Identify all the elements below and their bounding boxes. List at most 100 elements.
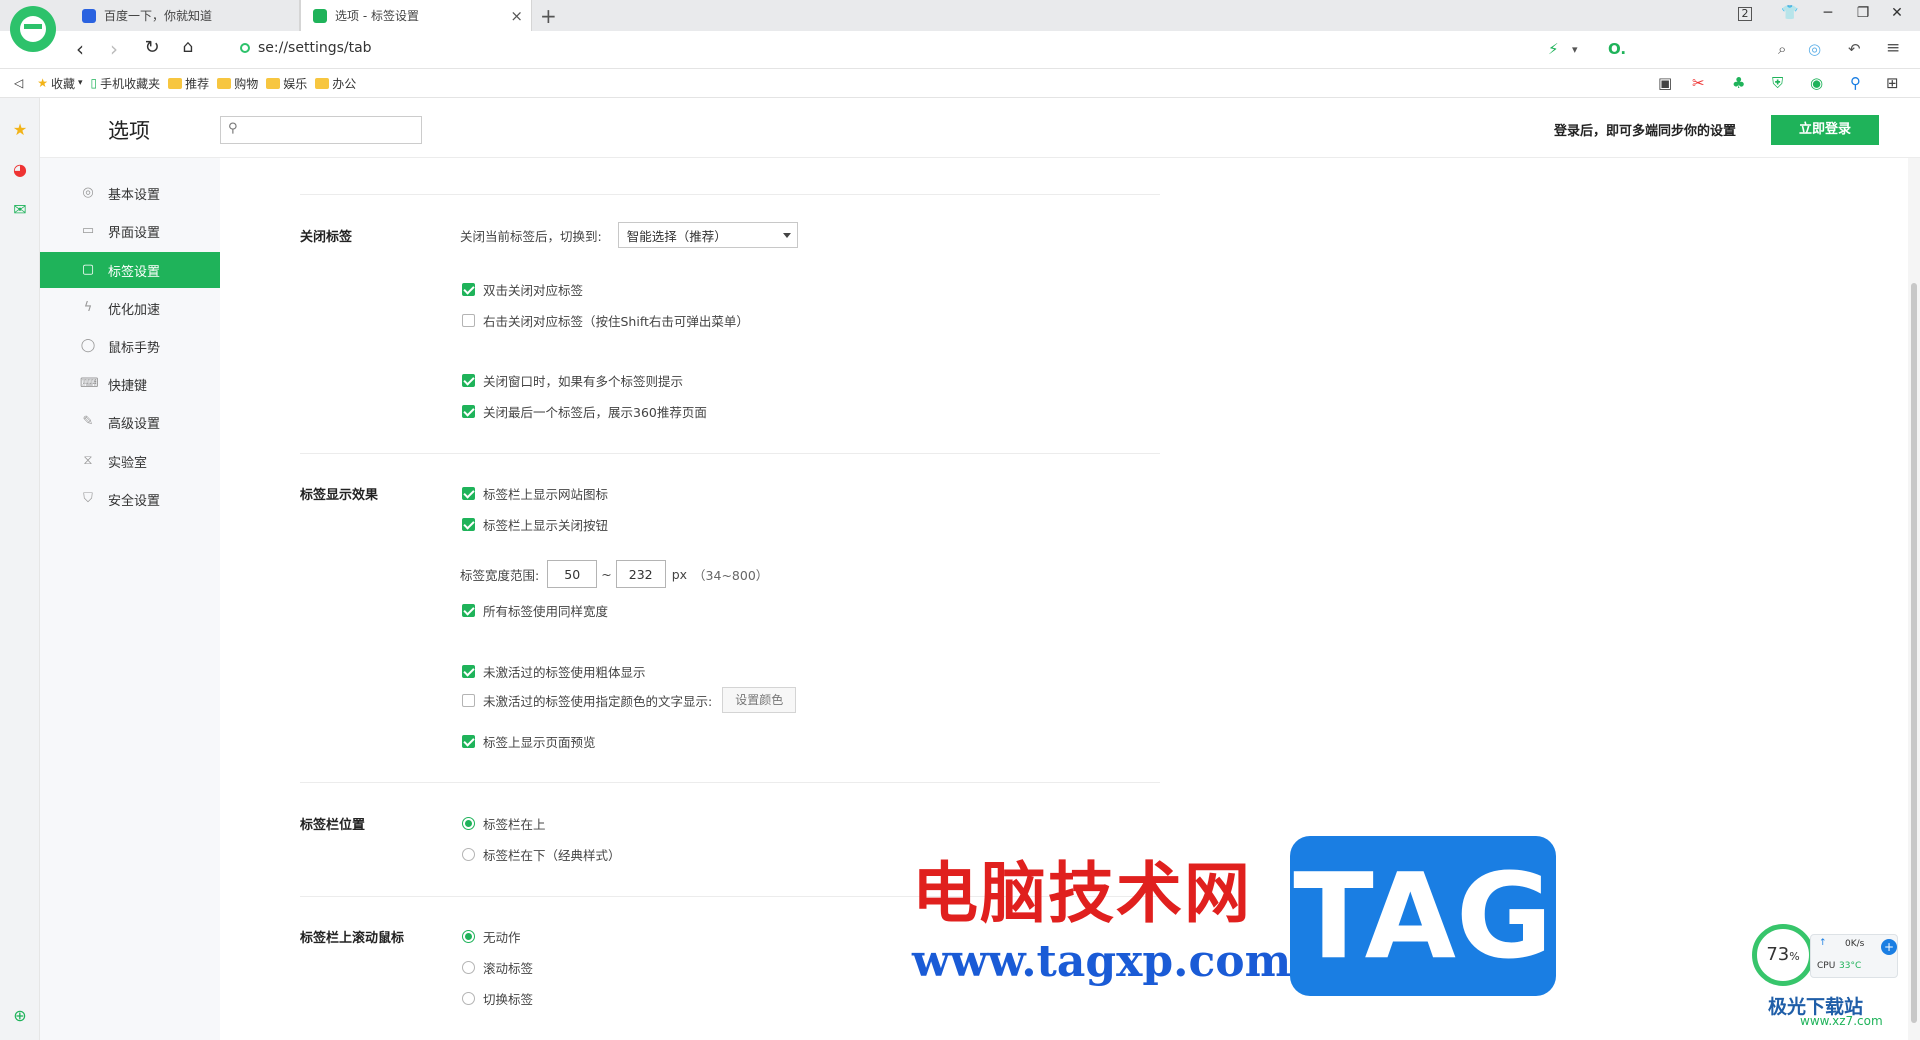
search-input[interactable] [247,120,417,140]
nav-item-advanced[interactable]: ✎ 高级设置 [40,404,220,440]
lightning-icon: ϟ [83,300,93,315]
window-icon: ▭ [81,223,95,238]
bookmark-mobile[interactable]: ▯ 手机收藏夹 [91,75,161,92]
cpu-widget[interactable]: 73% ↑ 0K/s CPU 33°C + [1750,920,1902,990]
weibo-icon[interactable]: ◕ [10,160,30,180]
bookmark-folder-entertainment[interactable]: 娱乐 [266,75,307,92]
checkbox[interactable] [462,693,475,707]
section-title-close-tab: 关闭标签 [300,230,353,245]
forward-icon[interactable]: › [102,37,126,61]
checkbox[interactable] [462,487,475,500]
home-icon[interactable]: ⌂ [176,37,200,57]
radio[interactable] [462,992,475,1005]
minimize-icon[interactable]: ─ [1818,5,1838,21]
nav-item-interface[interactable]: ▭ 界面设置 [40,213,220,249]
reader-icon[interactable]: ▣ [1658,74,1672,92]
restore-icon[interactable]: ❐ [1853,5,1873,21]
option-tabbar-top[interactable]: 标签栏在上 [462,814,546,833]
nav-item-lab[interactable]: ⧖ 实验室 [40,443,220,479]
upload-arrow-icon: ↑ [1819,938,1827,948]
option-color-inactive[interactable]: 未激活过的标签使用指定颜色的文字显示: 设置颜色 [462,687,797,713]
close-tab-icon[interactable]: × [510,7,523,25]
tab-strip: 百度一下，你就知道 选项 - 标签设置 × + 2 👕 ─ ❐ ✕ [0,0,1920,31]
option-show-close-button[interactable]: 标签栏上显示关闭按钮 [462,515,608,534]
phone-icon: ▯ [90,76,98,90]
back-icon[interactable]: ‹ [68,37,92,61]
switch-after-close-select[interactable]: 智能选择（推荐） [617,222,798,248]
checkbox[interactable] [462,314,475,327]
cpu-usage-ring: 73% [1752,924,1814,986]
option-scroll-tabs[interactable]: 滚动标签 [462,958,533,977]
radio[interactable] [462,961,475,974]
gamepad-icon[interactable]: ◉ [1810,74,1823,92]
option-same-width[interactable]: 所有标签使用同样宽度 [462,601,608,620]
option-switch-tabs[interactable]: 切换标签 [462,989,533,1008]
scissors-icon[interactable]: ✂ [1692,74,1705,92]
settings-nav: ◎ 基本设置 ▭ 界面设置 ▢ 标签设置 ϟ 优化加速 ◯ 鼠标手势 ⌨ 快捷键… [40,158,220,1040]
new-tab-button[interactable]: + [540,4,557,28]
add-sidebar-icon[interactable]: ⊕ [10,1006,30,1026]
browser-logo[interactable] [10,6,56,52]
nav-item-speed[interactable]: ϟ 优化加速 [40,290,220,326]
scrollbar-thumb[interactable] [1911,283,1917,1023]
login-button[interactable]: 立即登录 [1771,115,1879,145]
translate-ext-icon[interactable]: ♣ [1732,74,1745,92]
checkbox[interactable] [462,405,475,418]
mail-icon[interactable]: ✉ [10,200,30,220]
menu-icon[interactable]: ≡ [1886,38,1900,58]
nav-item-basic[interactable]: ◎ 基本设置 [40,175,220,211]
checkbox[interactable] [462,518,475,531]
option-double-click-close[interactable]: 双击关闭对应标签 [462,280,583,299]
folder-icon [217,77,232,89]
lightning-icon[interactable]: ⚡ [1548,40,1559,58]
option-bold-inactive[interactable]: 未激活过的标签使用粗体显示 [462,662,646,681]
nav-item-shortcuts[interactable]: ⌨ 快捷键 [40,366,220,402]
shield-ext-icon[interactable]: ⛨ [1772,74,1783,92]
radio[interactable] [462,817,475,830]
chevron-down-icon[interactable]: ▾ [1572,43,1578,56]
option-show-recommend-page[interactable]: 关闭最后一个标签后，展示360推荐页面 [462,402,707,421]
scrollbar[interactable] [1908,158,1920,1040]
set-color-button[interactable]: 设置颜色 [722,687,797,713]
option-right-click-close[interactable]: 右击关闭对应标签（按住Shift右击可弹出菜单） [462,311,749,330]
favorites-star-icon[interactable]: ★ [10,120,30,140]
option-confirm-close-window[interactable]: 关闭窗口时，如果有多个标签则提示 [462,371,683,390]
nav-item-security[interactable]: ⛉ 安全设置 [40,481,220,517]
apps-grid-icon[interactable]: ⊞ [1886,74,1899,92]
chevron-down-icon [782,233,791,238]
tab-baidu[interactable]: 百度一下，你就知道 [70,0,300,31]
checkbox[interactable] [462,283,475,296]
tab-width-min-input[interactable] [547,560,598,588]
checkbox[interactable] [462,604,475,617]
tab-settings[interactable]: 选项 - 标签设置 × [300,0,532,31]
checkbox[interactable] [462,735,475,748]
option-scroll-none[interactable]: 无动作 [462,927,521,946]
undo-icon[interactable]: ↶ [1848,40,1861,58]
plus-icon[interactable]: + [1881,939,1897,955]
close-window-icon[interactable]: ✕ [1887,5,1907,21]
bookmark-folder-recommend[interactable]: 推荐 [168,75,209,92]
checkbox[interactable] [462,665,475,678]
settings-search[interactable]: ⚲ [220,116,422,144]
option-page-preview[interactable]: 标签上显示页面预览 [462,732,596,751]
reload-icon[interactable]: ↻ [140,37,164,58]
option-show-site-icon[interactable]: 标签栏上显示网站图标 [462,484,608,503]
bookmark-favorites[interactable]: ★ 收藏 ▾ [37,75,82,92]
bookmark-folder-shopping[interactable]: 购物 [217,75,258,92]
bookmark-folder-office[interactable]: 办公 [315,75,356,92]
radio[interactable] [462,848,475,861]
magnifier-ext-icon[interactable]: ⚲ [1850,74,1861,92]
sidebar-toggle-icon[interactable]: ◁ [14,76,23,90]
nav-item-tabs[interactable]: ▢ 标签设置 [40,252,220,288]
search-engine-icon[interactable]: O. [1608,40,1626,58]
search-icon[interactable]: ⌕ [1778,40,1786,58]
translate-icon[interactable]: ◎ [1808,40,1821,58]
tab-count-badge[interactable]: 2 [1738,7,1752,21]
shirt-skin-icon[interactable]: 👕 [1780,5,1800,21]
checkbox[interactable] [462,374,475,387]
option-tabbar-bottom[interactable]: 标签栏在下（经典样式） [462,845,621,864]
nav-item-gestures[interactable]: ◯ 鼠标手势 [40,328,220,364]
radio[interactable] [462,930,475,943]
url-field[interactable]: se://settings/tab [240,40,372,56]
tab-width-max-input[interactable] [615,560,666,588]
